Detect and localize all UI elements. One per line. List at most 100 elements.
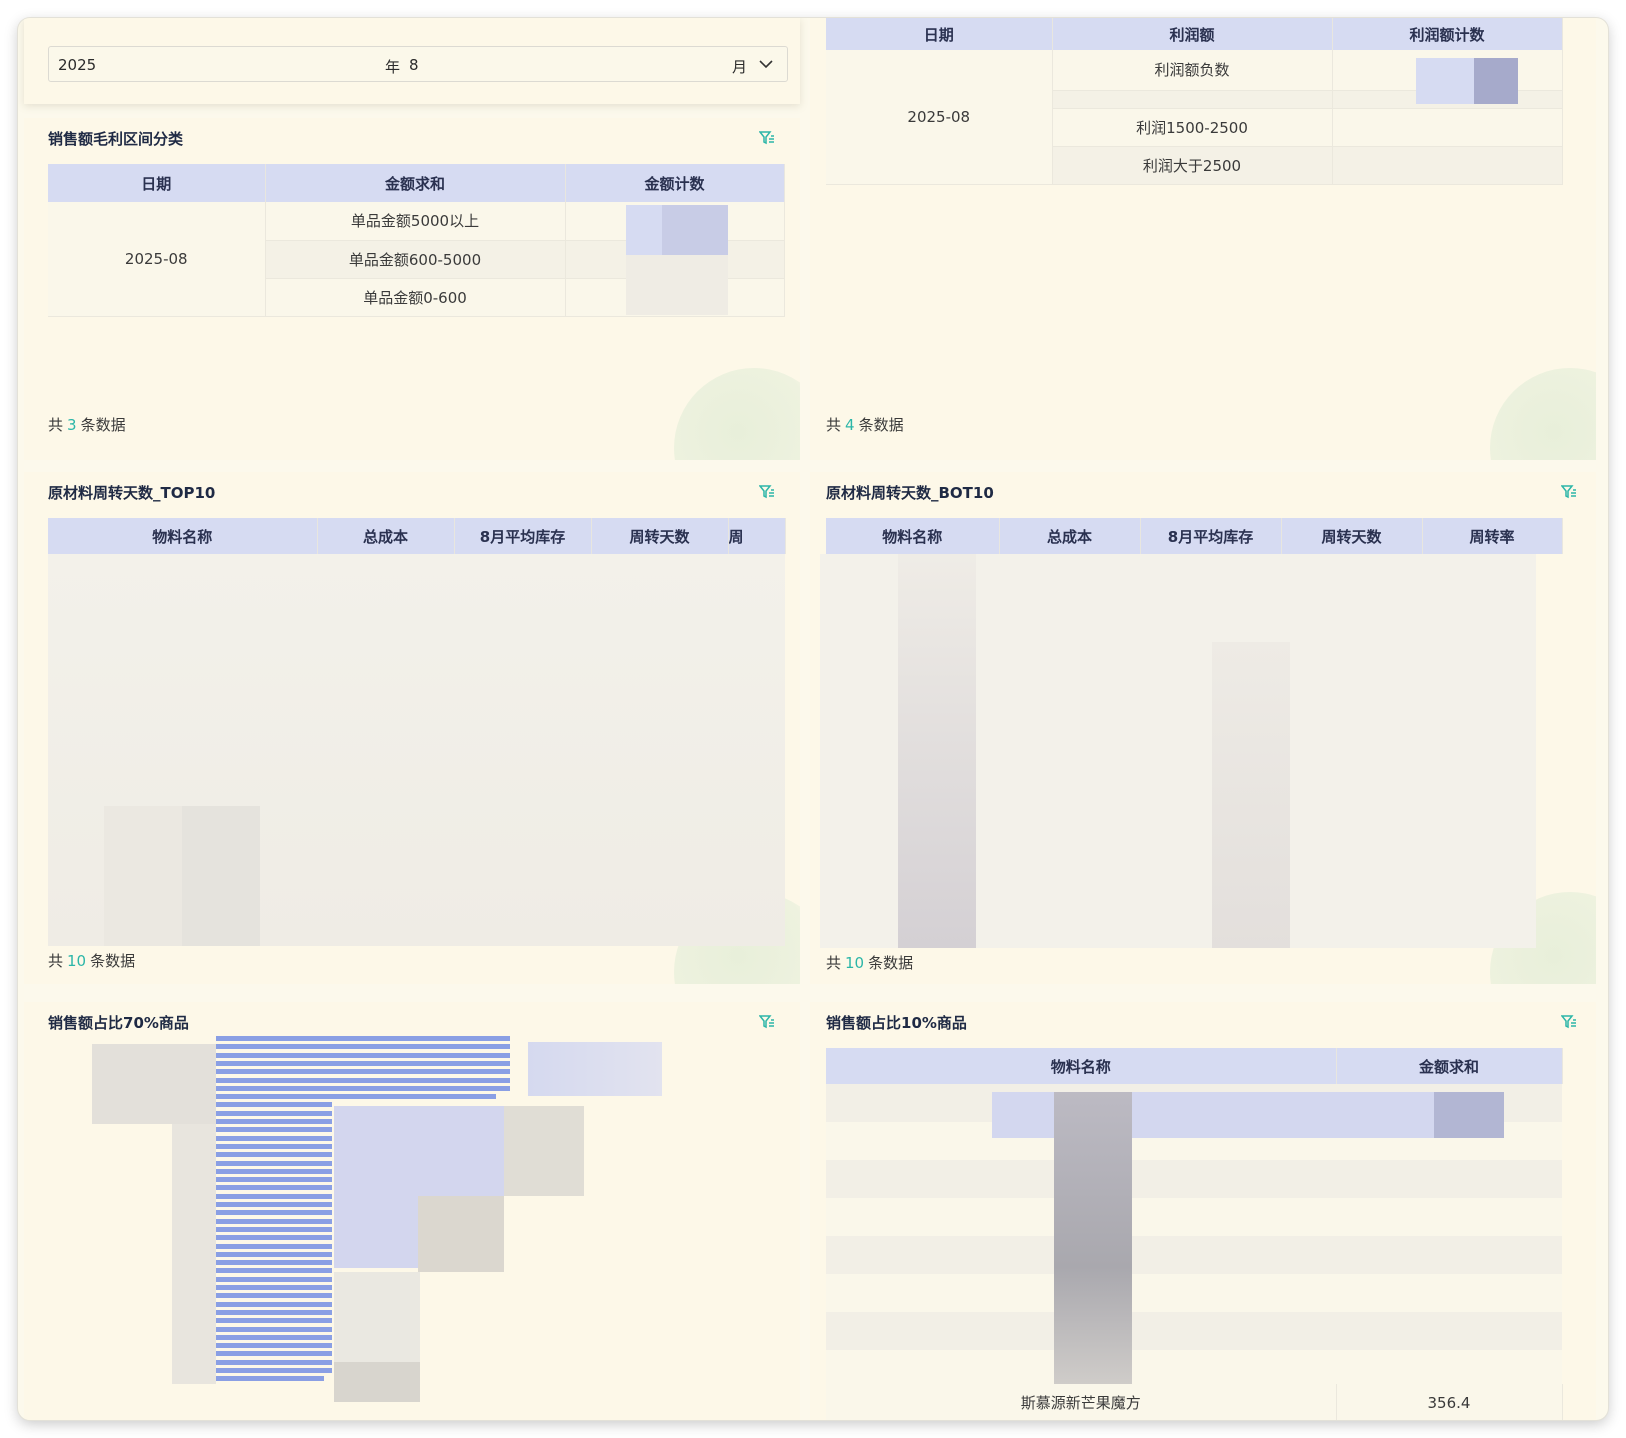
chart-bar xyxy=(216,1185,332,1191)
chevron-down-icon[interactable] xyxy=(759,59,773,69)
chart-bar xyxy=(216,1376,324,1382)
chart-bar xyxy=(216,1168,332,1174)
column-header[interactable]: 周转率 xyxy=(1422,518,1563,554)
chart-bar xyxy=(216,1309,332,1315)
chart-bar xyxy=(216,1318,332,1324)
redacted-block xyxy=(172,1124,216,1384)
count-cell xyxy=(1332,108,1563,147)
range-cell xyxy=(1052,90,1333,109)
redacted-block xyxy=(334,1362,420,1402)
redacted-block xyxy=(504,1106,584,1196)
chart-bar xyxy=(216,1251,332,1257)
redacted-block xyxy=(182,806,260,946)
column-header[interactable]: 利润额 xyxy=(1052,18,1333,50)
column-header[interactable]: 周转天数 xyxy=(591,518,729,554)
range-cell: 利润1500-2500 xyxy=(1052,108,1333,147)
sales-share10-panel: 销售额占比10%商品 物料名称 金额求和 斯慕源新芒果魔方 356.4 xyxy=(810,1002,1596,1420)
redacted-block xyxy=(662,205,728,255)
panel-title: 原材料周转天数_BOT10 xyxy=(826,484,994,502)
year-month-select[interactable]: 2025 年 8 月 xyxy=(48,46,788,82)
panel-title: 销售额占比10%商品 xyxy=(826,1014,967,1032)
chart-bar xyxy=(216,1268,332,1274)
chart-bar xyxy=(216,1218,332,1224)
chart-bar xyxy=(216,1285,332,1290)
chart-bar xyxy=(216,1135,332,1141)
chart-bar xyxy=(216,1110,332,1116)
column-header[interactable]: 8月平均库存 xyxy=(1140,518,1282,554)
chart-bar xyxy=(216,1326,332,1332)
share10-table: 物料名称 金额求和 xyxy=(826,1048,1563,1084)
chart-bar xyxy=(216,1143,332,1149)
column-header[interactable]: 日期 xyxy=(826,18,1053,50)
date-cell: 2025-08 xyxy=(826,50,1053,185)
redacted-block xyxy=(418,1196,504,1272)
column-header[interactable]: 金额求和 xyxy=(1336,1048,1563,1084)
chart-bar xyxy=(216,1226,332,1232)
chart-bar xyxy=(216,1094,496,1100)
range-cell: 单品金额600-5000 xyxy=(265,240,566,279)
redacted-block xyxy=(1416,58,1474,104)
chart-bar xyxy=(216,1060,510,1066)
column-header[interactable]: 物料名称 xyxy=(826,518,1000,554)
column-header[interactable]: 物料名称 xyxy=(826,1048,1337,1084)
redacted-block xyxy=(1054,1092,1132,1384)
column-header[interactable]: 物料名称 xyxy=(48,518,318,554)
row-count-footer: 共 3 条数据 xyxy=(48,416,126,434)
redacted-block xyxy=(626,205,662,255)
filter-icon[interactable] xyxy=(759,1014,775,1030)
column-header[interactable]: 8月平均库存 xyxy=(454,518,592,554)
date-cell: 2025-08 xyxy=(48,202,266,317)
year-value: 2025 xyxy=(58,56,97,74)
chart-bar xyxy=(216,1036,510,1041)
chart-bar xyxy=(216,1152,332,1158)
amount-cell: 356.4 xyxy=(1336,1384,1563,1420)
chart-bar xyxy=(216,1052,510,1058)
filter-icon[interactable] xyxy=(759,130,775,146)
column-header[interactable]: 金额计数 xyxy=(565,164,785,202)
column-header[interactable]: 日期 xyxy=(48,164,266,202)
table-row[interactable]: 斯慕源新芒果魔方 356.4 xyxy=(826,1384,1563,1420)
chart-bar xyxy=(216,1260,332,1266)
column-header[interactable]: 金额求和 xyxy=(265,164,566,202)
margin-class-panel: 销售额毛利区间分类 日期 金额求和 金额计数 2025-08 单品金额5000以… xyxy=(24,118,800,460)
filter-icon[interactable] xyxy=(1561,484,1577,500)
sales-share70-panel: 销售额占比70%商品 xyxy=(24,1002,800,1420)
chart-bar xyxy=(216,1243,332,1249)
chart-bar xyxy=(216,1193,332,1199)
panel-title: 销售额占比70%商品 xyxy=(48,1014,189,1032)
column-header[interactable]: 周转天数 xyxy=(1281,518,1423,554)
row-count-footer: 共 10 条数据 xyxy=(48,952,136,970)
chart-bar xyxy=(216,1085,510,1091)
panel-title: 原材料周转天数_TOP10 xyxy=(48,484,216,502)
redacted-block xyxy=(334,1272,420,1362)
redacted-block xyxy=(104,806,182,946)
chart-bar xyxy=(216,1301,332,1307)
chart-bar xyxy=(216,1160,332,1166)
column-header[interactable]: 总成本 xyxy=(317,518,455,554)
chart-bar xyxy=(216,1276,332,1282)
column-header[interactable]: 利润额计数 xyxy=(1332,18,1563,50)
chart-bar xyxy=(216,1102,332,1108)
chart-bar xyxy=(216,1044,510,1050)
range-cell: 利润大于2500 xyxy=(1052,146,1333,185)
filter-icon[interactable] xyxy=(759,484,775,500)
redacted-block xyxy=(898,554,976,948)
top10-table: 物料名称 总成本 8月平均库存 周转天数 周 xyxy=(48,518,786,554)
chart-bar xyxy=(216,1119,332,1124)
filter-icon[interactable] xyxy=(1561,1014,1577,1030)
column-header[interactable]: 周 xyxy=(728,518,786,554)
chart-bar xyxy=(216,1235,332,1241)
chart-bar xyxy=(216,1293,332,1299)
chart-bar xyxy=(216,1334,332,1340)
chart-bar xyxy=(216,1177,332,1183)
redacted-block xyxy=(1434,1092,1504,1138)
redacted-block xyxy=(1474,58,1518,104)
chart-bar xyxy=(216,1127,332,1133)
row-count-footer: 共 4 条数据 xyxy=(826,416,904,434)
redacted-block xyxy=(92,1044,216,1124)
range-cell: 利润额负数 xyxy=(1052,50,1333,91)
turnover-bot10-panel: 原材料周转天数_BOT10 物料名称 总成本 8月平均库存 周转天数 周转率 共… xyxy=(810,472,1596,984)
column-header[interactable]: 总成本 xyxy=(999,518,1141,554)
chart-bar xyxy=(216,1343,332,1349)
redacted-block xyxy=(528,1042,662,1096)
